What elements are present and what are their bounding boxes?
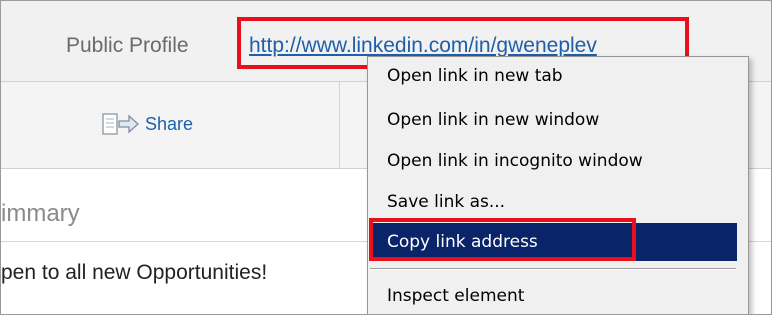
menu-item-open-incognito[interactable]: Open link in incognito window (369, 142, 737, 180)
share-label: Share (145, 113, 194, 134)
share-icon (102, 113, 139, 135)
summary-text: pen to all new Opportunities! (1, 261, 268, 284)
toolbar-divider (339, 82, 340, 168)
copy-link-highlight-box (369, 218, 636, 261)
summary-heading: immary (1, 200, 80, 227)
menu-item-inspect-element[interactable]: Inspect element (369, 277, 737, 314)
menu-item-open-new-tab[interactable]: Open link in new tab (369, 57, 737, 95)
public-profile-label: Public Profile (66, 34, 189, 57)
menu-item-open-new-window[interactable]: Open link in new window (369, 101, 737, 139)
menu-separator-highlight (370, 269, 736, 270)
browser-page: Public Profile http://www.linkedin.com/i… (0, 0, 772, 315)
menu-item-save-link-as[interactable]: Save link as... (369, 183, 737, 221)
share-button[interactable]: Share (101, 109, 193, 139)
context-menu: Open link in new tab Open link in new wi… (367, 56, 749, 314)
